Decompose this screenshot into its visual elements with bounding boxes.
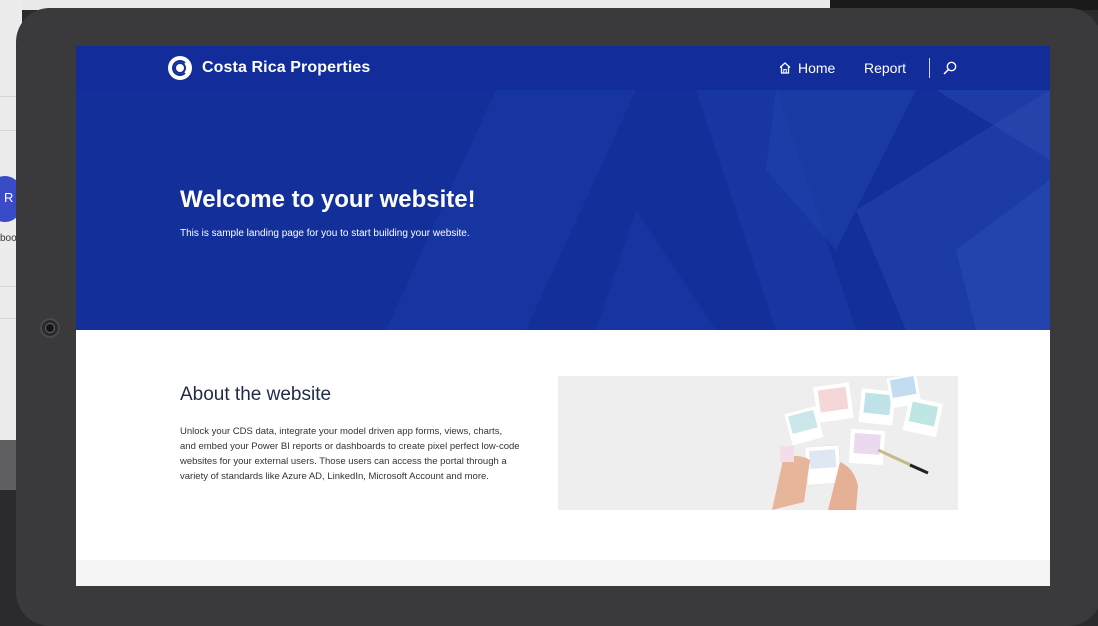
nav-divider (929, 58, 930, 78)
nav-report-link[interactable]: Report (864, 60, 906, 76)
hero-subtitle: This is sample landing page for you to s… (180, 228, 470, 239)
footer-band (76, 560, 1050, 586)
nav-home-link[interactable]: Home (778, 60, 835, 76)
about-title: About the website (180, 384, 332, 405)
background-label: boo (0, 233, 17, 244)
hero-title: Welcome to your website! (180, 186, 476, 213)
logo-icon (168, 56, 192, 80)
search-icon[interactable] (942, 60, 958, 76)
website-screen: Costa Rica Properties Home Report Welcom… (76, 46, 1050, 586)
brand-name: Costa Rica Properties (202, 59, 371, 76)
camera-icon (40, 318, 60, 338)
top-navbar: Costa Rica Properties Home Report (76, 46, 1050, 90)
about-image (558, 376, 958, 510)
brand[interactable]: Costa Rica Properties (168, 56, 370, 80)
home-icon (779, 62, 791, 74)
avatar-glyph: R (4, 190, 14, 205)
about-body: Unlock your CDS data, integrate your mod… (180, 426, 520, 482)
hero-banner: Welcome to your website! This is sample … (76, 90, 1050, 330)
nav-home-label: Home (798, 60, 836, 76)
